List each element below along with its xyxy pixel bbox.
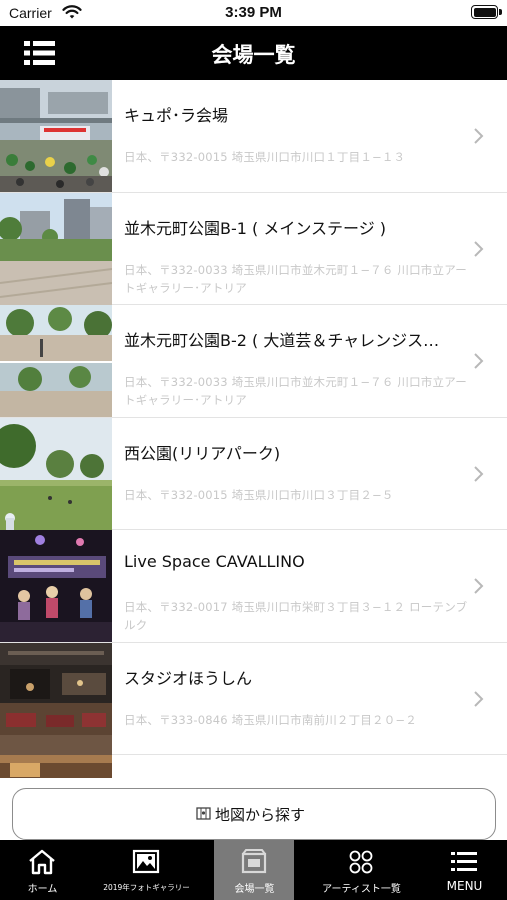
list-menu-icon[interactable] [24,40,56,66]
status-time: 3:39 PM [225,4,282,21]
venue-address: 日本、〒333-0846 埼玉県川口市南前川２丁目２０−２ [124,712,417,727]
venue-address: 日本、〒332-0015 埼玉県川口市川口３丁目２−５ [124,487,394,502]
tab-bar: ホーム 2019年フォトギャラリー 会場一覧 アーティスト一覧 MENU [0,840,507,900]
venue-row[interactable]: Live Space CAVALLINO 日本、〒332-0017 埼玉県川口市… [0,530,507,643]
artists-icon [349,850,373,874]
tab-artists[interactable]: アーティスト一覧 [319,840,404,900]
venue-thumbnail [0,305,112,417]
venue-icon [241,849,267,874]
tab-label: MENU [446,879,483,893]
tab-menu[interactable]: MENU [422,840,507,900]
tab-label: アーティスト一覧 [322,884,401,895]
battery-icon [471,5,502,19]
venue-address: 日本、〒332-0033 埼玉県川口市並木元町１−７６ 川口市立アートギャラリー… [124,262,467,295]
map-icon [196,807,211,820]
tab-label: 会場一覧 [234,884,275,895]
home-icon [29,849,55,875]
venue-address: 日本、〒332-0015 埼玉県川口市川口１丁目１−１３ [124,150,406,164]
venue-thumbnail [0,530,112,642]
venue-row[interactable]: 並木元町公園B-1 ( メインステージ ) 日本、〒332-0033 埼玉県川口… [0,192,507,305]
status-bar: Carrier 3:39 PM [0,0,507,26]
chevron-right-icon [474,240,484,257]
menu-icon [451,852,477,871]
venue-name: スタジオほうしん [124,668,253,688]
venue-name: Live Space CAVALLINO [124,552,305,571]
venue-address: 日本、〒332-0033 埼玉県川口市並木元町１−７６ 川口市立アートギャラリー… [124,375,467,407]
tab-venues[interactable]: 会場一覧 [214,840,294,900]
venue-name: 西公園(リリアパーク) [124,443,281,463]
venue-name: 並木元町公園B-2 ( 大道芸＆チャレンジス… [124,331,440,350]
venue-thumbnail [0,80,112,192]
venue-row[interactable]: 並木元町公園B-2 ( 大道芸＆チャレンジス… 日本、〒332-0033 埼玉県… [0,305,507,418]
chevron-right-icon [474,353,484,369]
tab-label: ホーム [27,884,58,895]
chevron-right-icon [474,128,484,144]
venue-name: キュポ･ラ会場 [124,106,229,125]
map-search-button[interactable]: 地図から探す [12,788,496,840]
tab-photo-gallery[interactable]: 2019年フォトギャラリー [103,840,190,900]
map-search-label: 地図から探す [215,806,306,824]
venue-name: 並木元町公園B-1 ( メインステージ ) [124,218,387,238]
tab-label: 2019年フォトギャラリー [103,883,190,892]
venue-row[interactable]: スタジオほうしん 日本、〒333-0846 埼玉県川口市南前川２丁目２０−２ [0,642,507,755]
venue-thumbnail [0,417,112,530]
venue-thumbnail [0,642,112,755]
venue-thumbnail [0,755,112,778]
venue-row-partial[interactable] [0,755,507,778]
photo-gallery-icon [132,849,160,874]
venue-address: 日本、〒332-0017 埼玉県川口市栄町３丁目３−１２ ローテンブルク [124,600,468,632]
venue-row[interactable]: 西公園(リリアパーク) 日本、〒332-0015 埼玉県川口市川口３丁目２−５ [0,417,507,530]
tab-home[interactable]: ホーム [0,840,85,900]
page-title: 会場一覧 [211,43,296,67]
map-search-area: 地図から探す [0,778,507,840]
venue-thumbnail [0,192,112,305]
venue-list[interactable]: キュポ･ラ会場 日本、〒332-0015 埼玉県川口市川口１丁目１−１３ 並木元… [0,80,507,778]
chevron-right-icon [474,465,484,482]
navigation-bar: 会場一覧 [0,26,507,80]
venue-row[interactable]: キュポ･ラ会場 日本、〒332-0015 埼玉県川口市川口１丁目１−１３ [0,80,507,193]
chevron-right-icon [474,690,484,707]
chevron-right-icon [474,578,484,594]
